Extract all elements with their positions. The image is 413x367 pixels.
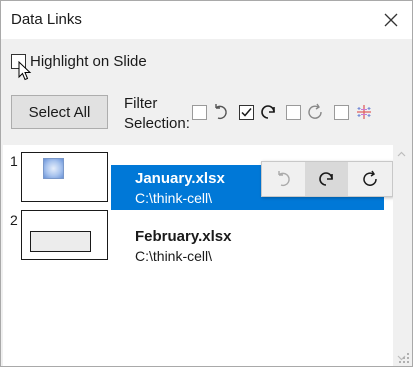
select-all-button[interactable]: Select All bbox=[11, 95, 108, 129]
data-links-window: Data Links Highlight on Slide Select All… bbox=[0, 0, 413, 367]
highlight-on-slide-label: Highlight on Slide bbox=[30, 53, 147, 70]
row-number: 1 bbox=[10, 153, 18, 169]
filter-label-line1: Filter bbox=[124, 95, 158, 112]
filter-auto-checkbox[interactable] bbox=[286, 105, 301, 120]
filter-tableau-checkbox[interactable] bbox=[334, 105, 349, 120]
mouse-cursor-icon bbox=[18, 61, 32, 81]
scroll-up-button[interactable] bbox=[393, 145, 410, 162]
chevron-up-icon bbox=[397, 151, 406, 156]
tableau-link-icon bbox=[357, 105, 371, 119]
close-icon bbox=[384, 13, 398, 27]
update-auto-button[interactable] bbox=[349, 162, 392, 196]
update-manual-button[interactable] bbox=[262, 162, 305, 196]
close-button[interactable] bbox=[375, 5, 407, 35]
file-path: C:\think-cell\ bbox=[135, 190, 213, 206]
file-name: January.xlsx bbox=[135, 170, 225, 187]
update-auto-icon bbox=[362, 170, 377, 186]
update-incoming-icon bbox=[318, 172, 333, 186]
checkmark-icon bbox=[241, 108, 252, 117]
slide-thumbnail[interactable] bbox=[21, 210, 108, 260]
chart-thumbnail-icon bbox=[43, 158, 64, 179]
slide-thumbnail[interactable] bbox=[21, 152, 108, 202]
row-action-toolbar bbox=[261, 161, 393, 197]
update-incoming-icon bbox=[261, 105, 275, 119]
vertical-scrollbar[interactable] bbox=[393, 145, 410, 366]
file-name: February.xlsx bbox=[135, 228, 232, 245]
filter-selection-label: Filter Selection: bbox=[124, 94, 190, 134]
update-manual-icon bbox=[215, 104, 227, 120]
resize-grip-icon[interactable] bbox=[399, 353, 410, 364]
title-bar: Data Links bbox=[1, 1, 412, 39]
update-manual-icon bbox=[277, 171, 290, 187]
update-incoming-button[interactable] bbox=[305, 162, 348, 196]
file-path: C:\think-cell\ bbox=[135, 248, 213, 264]
shape-thumbnail-icon bbox=[30, 231, 91, 252]
update-auto-icon bbox=[308, 103, 322, 119]
filter-label-line2: Selection: bbox=[124, 115, 190, 132]
filter-incoming-checkbox[interactable] bbox=[239, 105, 254, 120]
filter-manual-checkbox[interactable] bbox=[192, 105, 207, 120]
row-number: 2 bbox=[10, 212, 18, 228]
window-title: Data Links bbox=[11, 11, 82, 28]
